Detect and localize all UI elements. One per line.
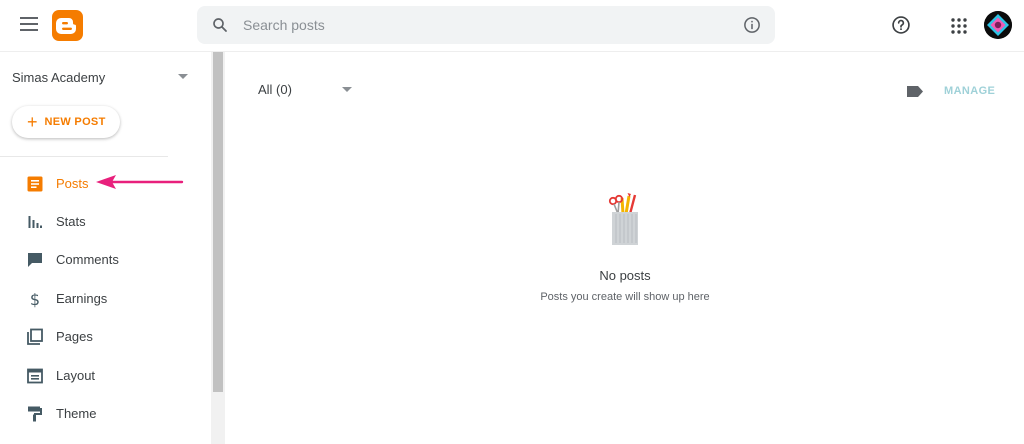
sidebar-item-label: Theme <box>56 406 97 421</box>
sidebar-item-layout[interactable]: Layout <box>0 356 212 394</box>
blogger-logo-icon[interactable] <box>52 10 83 41</box>
scrollbar-thumb[interactable] <box>213 52 223 392</box>
apps-grid-icon[interactable] <box>951 18 967 34</box>
sidebar-item-label: Posts <box>56 176 89 191</box>
sidebar-item-earnings[interactable]: $ Earnings <box>0 279 212 317</box>
search-bar <box>197 6 775 44</box>
sidebar-item-label: Pages <box>56 329 93 344</box>
annotation-arrow-icon <box>96 175 184 189</box>
posts-icon <box>27 176 43 192</box>
info-icon[interactable] <box>743 16 761 34</box>
label-tag-icon[interactable] <box>906 85 924 98</box>
sidebar-item-stats[interactable]: Stats <box>0 202 212 240</box>
sidebar-divider <box>0 156 168 157</box>
sidebar-scrollbar[interactable] <box>211 52 225 444</box>
theme-icon <box>28 406 42 422</box>
sidebar-item-label: Comments <box>56 252 119 267</box>
top-bar <box>0 0 1024 52</box>
chevron-down-icon[interactable] <box>178 74 188 79</box>
new-post-label: NEW POST <box>44 116 106 128</box>
pages-icon <box>27 328 43 345</box>
comments-icon <box>28 253 42 267</box>
chevron-down-icon[interactable] <box>342 87 352 92</box>
stats-icon <box>28 216 42 228</box>
manage-button[interactable]: MANAGE <box>944 85 995 97</box>
menu-icon[interactable] <box>20 17 38 31</box>
post-filter-dropdown[interactable]: All (0) <box>258 82 292 97</box>
sidebar: Simas Academy + NEW POST Posts Stats Com… <box>0 52 212 444</box>
svg-text:$: $ <box>30 290 40 308</box>
layout-icon <box>27 368 43 384</box>
sidebar-item-pages[interactable]: Pages <box>0 317 212 355</box>
sidebar-item-theme[interactable]: Theme <box>0 394 212 432</box>
plus-icon: + <box>27 112 38 132</box>
search-input[interactable] <box>243 6 723 44</box>
sidebar-item-label: Earnings <box>56 291 108 306</box>
account-avatar[interactable] <box>984 11 1012 39</box>
blog-selector[interactable]: Simas Academy <box>12 70 105 85</box>
help-icon[interactable] <box>891 15 911 35</box>
sidebar-item-label: Layout <box>56 368 96 383</box>
sidebar-item-label: Stats <box>56 214 86 229</box>
empty-state-subtitle: Posts you create will show up here <box>540 291 710 303</box>
empty-state-title: No posts <box>599 268 651 283</box>
sidebar-item-comments[interactable]: Comments <box>0 240 212 278</box>
pencil-cup-icon <box>608 193 638 245</box>
posts-panel: All (0) MANAGE No posts Posts you create… <box>226 52 1024 444</box>
search-icon[interactable] <box>211 16 229 34</box>
new-post-button[interactable]: + NEW POST <box>12 106 120 138</box>
dollar-icon: $ <box>30 290 40 308</box>
